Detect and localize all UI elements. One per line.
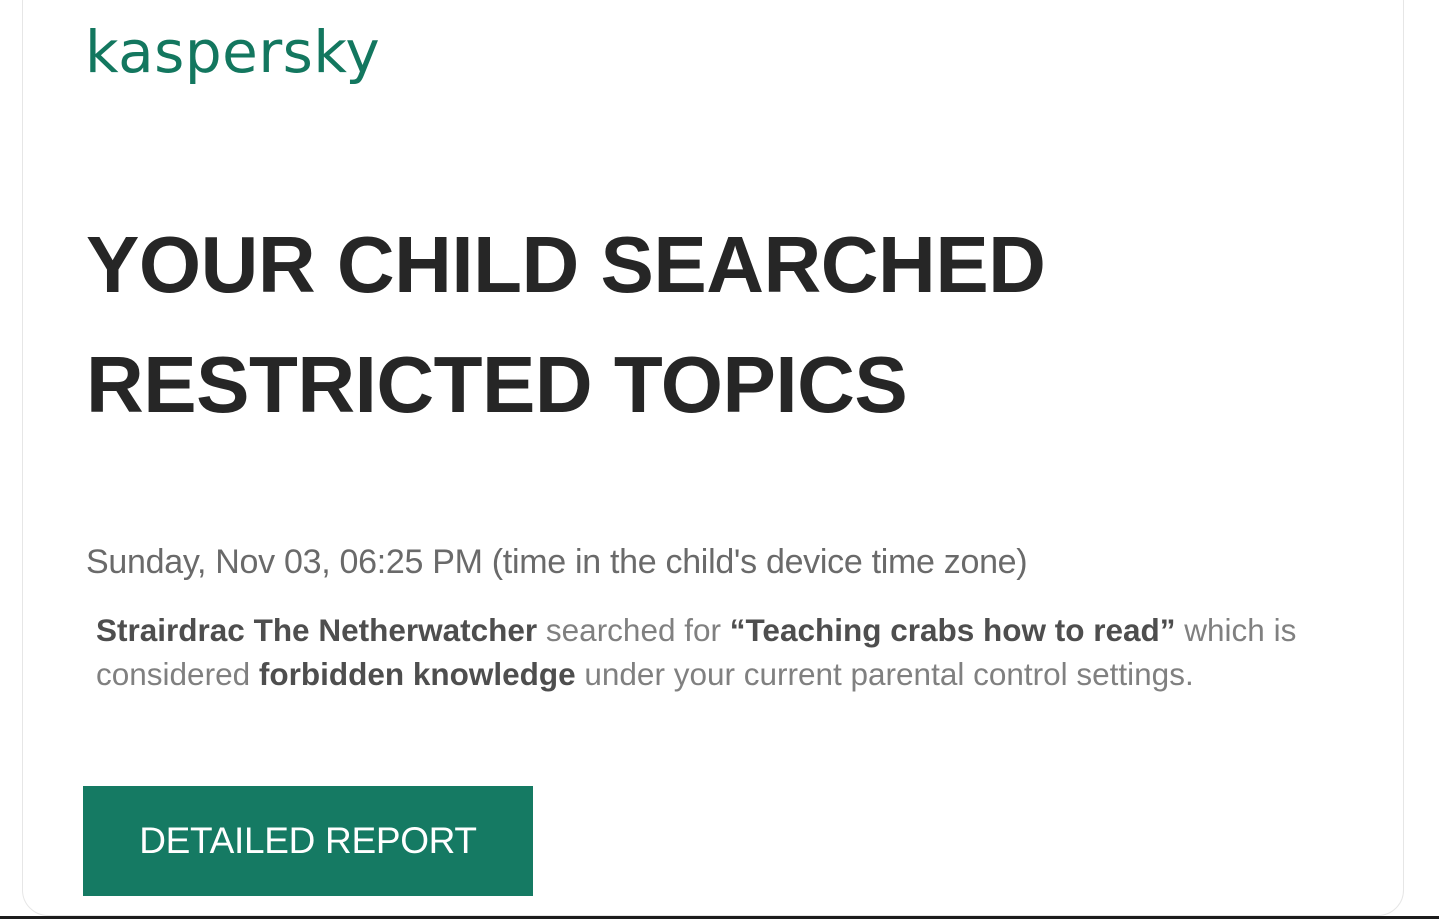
alert-title-line-1: YOUR CHILD SEARCHED <box>86 220 1046 309</box>
bottom-divider <box>0 916 1439 919</box>
child-name: Strairdrac The Netherwatcher <box>96 612 538 648</box>
alert-title-line-2: RESTRICTED TOPICS <box>86 340 908 429</box>
message-text-tail: under your current parental control sett… <box>575 656 1194 692</box>
email-card <box>22 0 1404 916</box>
alert-title: YOUR CHILD SEARCHED RESTRICTED TOPICS <box>86 205 1236 445</box>
search-query: “Teaching crabs how to read” <box>729 612 1176 648</box>
kaspersky-logo: kaspersky <box>85 18 381 86</box>
message-text-searched-for: searched for <box>537 612 730 648</box>
detailed-report-button[interactable]: DETAILED REPORT <box>83 786 533 896</box>
alert-message: Strairdrac The Netherwatcher searched fo… <box>96 608 1386 696</box>
alert-timestamp: Sunday, Nov 03, 06:25 PM (time in the ch… <box>86 543 1028 581</box>
restriction-category: forbidden knowledge <box>258 656 576 692</box>
